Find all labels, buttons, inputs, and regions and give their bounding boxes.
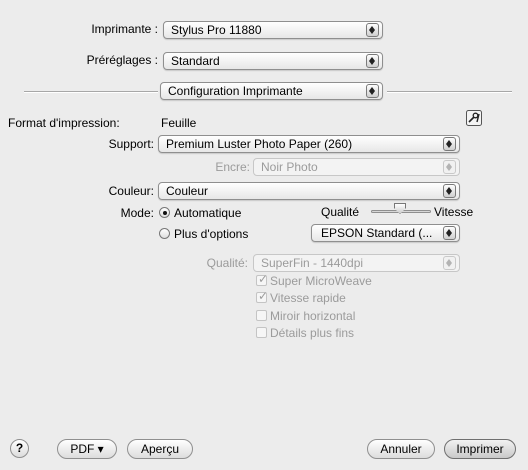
mode-label: Mode: [120, 206, 154, 220]
popup-arrows-icon [366, 23, 379, 37]
more-options-radio[interactable] [159, 228, 170, 239]
support-popup[interactable]: Premium Luster Photo Paper (260) [158, 135, 460, 153]
flip-horizontal-label: Miroir horizontal [270, 309, 356, 323]
slider-speed-label: Vitesse [434, 205, 474, 219]
help-button[interactable]: ? [10, 439, 29, 458]
super-microweave-label: Super MicroWeave [270, 274, 372, 288]
ink-popup: Noir Photo [253, 158, 460, 176]
presets-value: Standard [171, 54, 220, 68]
cancel-button[interactable]: Annuler [367, 439, 435, 459]
support-label: Support: [108, 137, 154, 151]
color-label: Couleur: [108, 184, 154, 198]
printer-label: Imprimante : [91, 22, 158, 36]
popup-arrows-icon [366, 84, 379, 98]
color-popup[interactable]: Couleur [158, 182, 460, 200]
fast-speed-label: Vitesse rapide [270, 291, 346, 305]
ink-label: Encre: [215, 160, 250, 174]
printer-utility-icon[interactable] [466, 110, 482, 126]
popup-arrows-icon [443, 184, 456, 198]
popup-arrows-icon [366, 54, 379, 68]
separator-right [387, 91, 512, 93]
page-format-value: Feuille [161, 116, 197, 130]
popup-arrows-icon [443, 160, 456, 174]
support-value: Premium Luster Photo Paper (260) [166, 137, 353, 151]
presets-popup[interactable]: Standard [163, 52, 383, 70]
ink-value: Noir Photo [261, 160, 318, 174]
quality-popup: SuperFin - 1440dpi [253, 254, 460, 272]
page-format-label: Format d'impression: [8, 116, 120, 130]
finest-detail-label: Détails plus fins [270, 326, 355, 340]
fast-speed-checkbox: ✓ [256, 289, 269, 303]
panel-popup[interactable]: Configuration Imprimante [160, 82, 383, 100]
super-microweave-checkbox: ✓ [256, 272, 269, 286]
panel-value: Configuration Imprimante [168, 84, 303, 98]
quality-label: Qualité: [206, 256, 248, 270]
separator-left [24, 91, 158, 93]
options-value: EPSON Standard (... [321, 226, 433, 240]
flip-horizontal-checkbox [256, 310, 267, 321]
printer-popup[interactable]: Stylus Pro 11880 [163, 21, 383, 39]
preview-button[interactable]: Aperçu [127, 439, 193, 459]
quality-value: SuperFin - 1440dpi [261, 256, 364, 270]
popup-arrows-icon [443, 226, 456, 240]
automatic-radio[interactable] [159, 207, 170, 218]
print-button[interactable]: Imprimer [444, 439, 516, 459]
color-value: Couleur [166, 184, 209, 198]
popup-arrows-icon [443, 137, 456, 151]
finest-detail-checkbox [256, 327, 267, 338]
more-options-radio-label[interactable]: Plus d'options [174, 227, 248, 241]
automatic-radio-label[interactable]: Automatique [174, 206, 241, 220]
popup-arrows-icon [443, 256, 456, 270]
pdf-button[interactable]: PDF ▾ [57, 439, 117, 459]
slider-quality-label: Qualité [321, 205, 360, 219]
printer-value: Stylus Pro 11880 [171, 23, 262, 37]
presets-label: Préréglages : [86, 53, 158, 67]
options-popup[interactable]: EPSON Standard (... [311, 224, 460, 242]
